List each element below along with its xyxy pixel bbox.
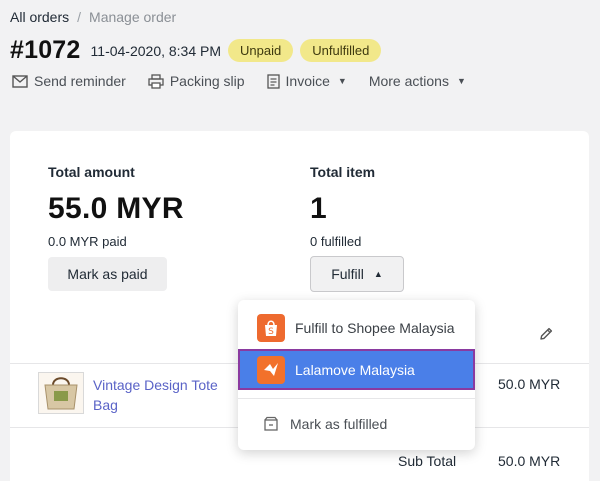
- subtotal-value: 50.0 MYR: [498, 453, 561, 469]
- order-number: #1072: [10, 36, 81, 64]
- packing-slip-label: Packing slip: [169, 73, 245, 89]
- fulfill-button[interactable]: Fulfill ▲: [310, 256, 404, 292]
- total-item-value: 1: [310, 192, 327, 225]
- more-actions-button[interactable]: More actions ▼: [369, 73, 466, 89]
- mark-as-paid-button[interactable]: Mark as paid: [48, 257, 167, 291]
- paid-amount-text: 0.0 MYR paid: [48, 234, 127, 249]
- product-price: 50.0 MYR: [498, 376, 561, 392]
- menu-item-fulfill-shopee[interactable]: S Fulfill to Shopee Malaysia: [238, 313, 475, 343]
- tote-bag-image: [44, 377, 78, 410]
- fulfill-label: Fulfill: [331, 266, 364, 282]
- send-reminder-label: Send reminder: [34, 73, 126, 89]
- total-amount-label: Total amount: [48, 164, 135, 180]
- envelope-icon: [12, 74, 28, 88]
- product-thumbnail: [38, 372, 84, 414]
- fulfillment-status-badge: Unfulfilled: [300, 39, 382, 62]
- shopee-logo-icon: S: [257, 314, 285, 342]
- menu-item-label: Mark as fulfilled: [290, 416, 388, 432]
- order-header: #1072 11-04-2020, 8:34 PM Unpaid Unfulfi…: [10, 36, 382, 65]
- invoice-button[interactable]: Invoice ▼: [266, 73, 347, 89]
- svg-text:S: S: [268, 327, 274, 337]
- total-item-section: Total item 1 0 fulfilled: [310, 164, 375, 249]
- product-name-link[interactable]: Vintage Design Tote Bag: [93, 375, 233, 415]
- breadcrumb-separator: /: [77, 9, 82, 25]
- breadcrumb: All orders / Manage order: [10, 9, 176, 25]
- caret-down-icon: ▼: [456, 76, 466, 86]
- caret-down-icon: ▼: [337, 76, 347, 86]
- invoice-label: Invoice: [285, 73, 330, 89]
- breadcrumb-current: Manage order: [89, 9, 177, 25]
- menu-item-label: Fulfill to Shopee Malaysia: [295, 320, 455, 336]
- printer-icon: [148, 73, 164, 89]
- more-actions-label: More actions: [368, 73, 449, 89]
- packing-slip-button[interactable]: Packing slip: [148, 73, 245, 89]
- total-item-label: Total item: [310, 164, 376, 180]
- package-icon: [262, 415, 280, 433]
- breadcrumb-all-orders[interactable]: All orders: [10, 9, 69, 25]
- order-actions: Send reminder Packing slip Invoice ▼ Mor…: [12, 73, 466, 89]
- lalamove-logo-icon: [257, 355, 285, 384]
- menu-item-lalamove[interactable]: Lalamove Malaysia: [238, 349, 475, 390]
- menu-item-mark-fulfilled[interactable]: Mark as fulfilled: [238, 411, 475, 437]
- order-date: 11-04-2020, 8:34 PM: [90, 42, 222, 59]
- pencil-icon[interactable]: [538, 326, 554, 342]
- send-reminder-button[interactable]: Send reminder: [12, 73, 126, 89]
- caret-up-icon: ▲: [373, 269, 383, 279]
- total-amount-section: Total amount 55.0 MYR 0.0 MYR paid: [48, 164, 184, 249]
- menu-item-label: Lalamove Malaysia: [295, 361, 415, 378]
- fulfilled-count-text: 0 fulfilled: [310, 234, 362, 249]
- payment-status-badge: Unpaid: [228, 39, 294, 62]
- document-icon: [266, 73, 280, 89]
- menu-divider: [238, 398, 475, 399]
- total-amount-value: 55.0 MYR: [48, 192, 184, 225]
- subtotal-label: Sub Total: [398, 453, 457, 469]
- fulfill-dropdown-menu: S Fulfill to Shopee Malaysia Lalamove Ma…: [238, 300, 475, 450]
